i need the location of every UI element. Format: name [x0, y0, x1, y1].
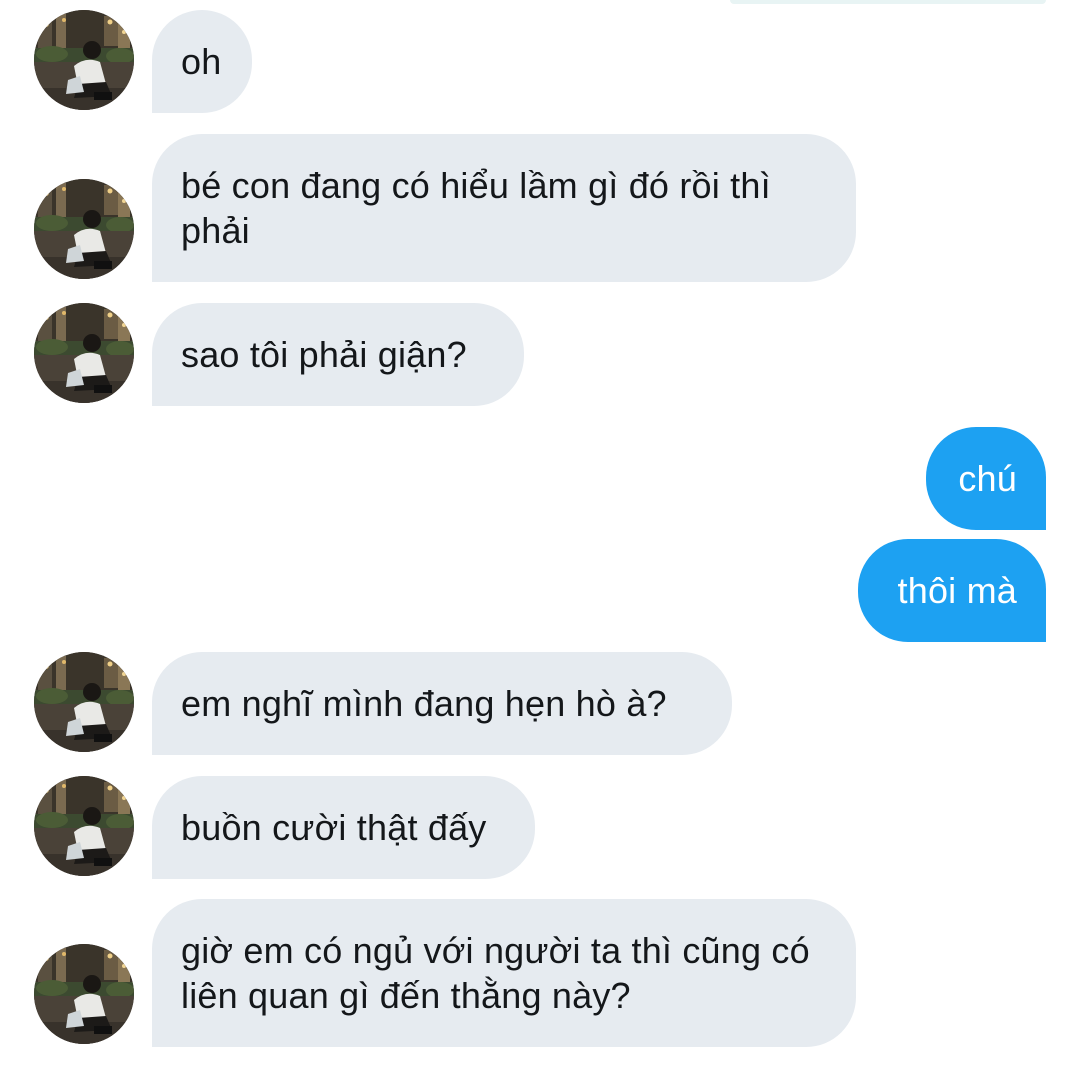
contact-avatar[interactable] [34, 776, 134, 876]
contact-avatar[interactable] [34, 10, 134, 110]
outgoing-message-bubble[interactable]: chú [926, 427, 1046, 530]
incoming-message-bubble[interactable]: bé con đang có hiểu lầm gì đó rồi thì ph… [152, 134, 856, 282]
contact-avatar[interactable] [34, 303, 134, 403]
contact-avatar[interactable] [34, 179, 134, 279]
avatar-photo-icon [34, 776, 134, 876]
contact-avatar[interactable] [34, 652, 134, 752]
incoming-message-bubble[interactable]: buồn cười thật đấy [152, 776, 535, 879]
incoming-message-bubble[interactable]: giờ em có ngủ với người ta thì cũng có l… [152, 899, 856, 1047]
avatar-photo-icon [34, 303, 134, 403]
avatar-photo-icon [34, 10, 134, 110]
avatar-photo-icon [34, 179, 134, 279]
incoming-message-bubble[interactable]: em nghĩ mình đang hẹn hò à? [152, 652, 732, 755]
avatar-photo-icon [34, 944, 134, 1044]
incoming-message-bubble[interactable]: oh [152, 10, 252, 113]
incoming-message-bubble[interactable]: sao tôi phải giận? [152, 303, 524, 406]
previous-message-edge [730, 0, 1046, 4]
outgoing-message-bubble[interactable]: thôi mà [858, 539, 1046, 642]
contact-avatar[interactable] [34, 944, 134, 1044]
avatar-photo-icon [34, 652, 134, 752]
